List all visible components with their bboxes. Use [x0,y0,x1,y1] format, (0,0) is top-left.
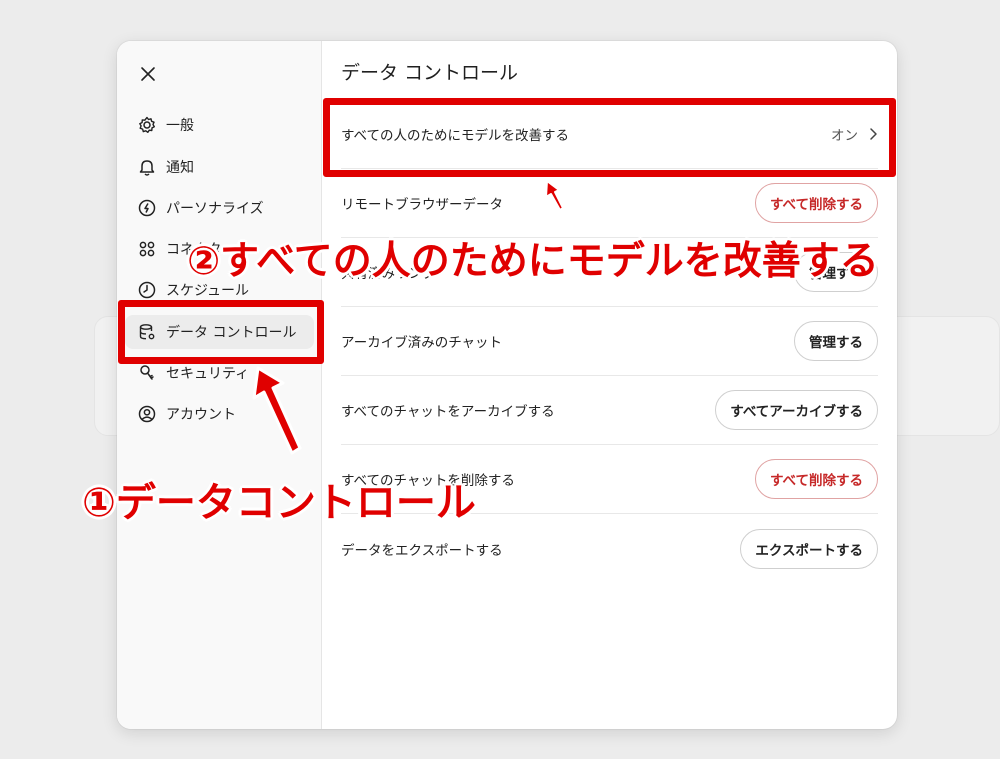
row-label: リモートブラウザーデータ [341,197,503,213]
callout-data-controls: ①データコントロール [82,480,476,526]
bell-icon [137,157,157,177]
export-data-button[interactable]: エクスポートする [740,528,878,569]
sidebar-item-label: 一般 [166,118,194,134]
callout-improve-model: ②すべての人のためにモデルを改善する [187,239,879,284]
delete-all-chats-button[interactable]: すべて削除する [754,459,878,499]
archive-all-button[interactable]: すべてアーカイブする [715,390,878,430]
highlight-box-improve-model [323,98,896,177]
gear-icon [137,115,157,135]
delete-browser-data-button[interactable]: すべて削除する [754,183,878,223]
connector-icon [137,239,157,259]
page-title: データ コントロール [341,62,519,84]
row-label: データをエクスポートする [341,542,503,559]
manage-archived-button[interactable]: 管理する [794,321,878,361]
sidebar-item-label: 通知 [166,160,194,176]
row-label: アーカイブ済みのチャット [341,335,503,351]
user-icon [137,404,157,424]
remote-browser-data-row: リモートブラウザーデータ すべて削除する [341,169,878,238]
close-icon [141,67,155,81]
sidebar-item-notifications[interactable]: 通知 [125,150,314,184]
personalize-icon [137,198,157,218]
archive-all-row: すべてのチャットをアーカイブする すべてアーカイブする [341,376,878,445]
clock-icon [137,280,157,300]
close-button[interactable] [137,63,159,85]
highlight-box-data-controls [118,300,324,364]
archived-chats-row: アーカイブ済みのチャット 管理する [341,307,878,376]
sidebar-item-account[interactable]: アカウント [125,397,314,431]
sidebar-item-label: アカウント [166,407,236,423]
row-label: すべてのチャットをアーカイブする [341,404,555,420]
sidebar-item-personalize[interactable]: パーソナライズ [125,191,314,225]
sidebar-item-label: セキュリティ [166,366,250,382]
security-icon [137,363,157,383]
sidebar-item-general[interactable]: 一般 [125,108,314,142]
sidebar-item-label: パーソナライズ [166,201,264,217]
settings-sidebar: 一般 通知 パーソナライズ コネクタ スケジュール データ コントロール セキュ… [117,41,322,729]
